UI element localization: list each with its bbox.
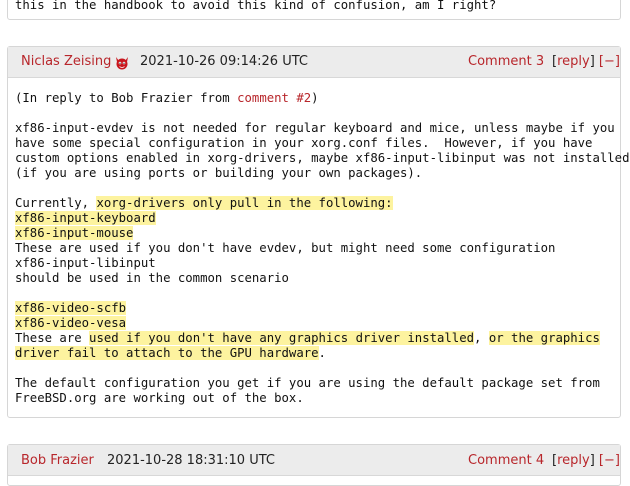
- currently-label: Currently,: [15, 196, 97, 210]
- highlight-used: used if you don't have any graphics driv…: [89, 331, 475, 345]
- comment-4-header: Bob Frazier 2021-10-28 18:31:10 UTC Comm…: [8, 445, 620, 476]
- common-line: should be used in the common scenario: [15, 271, 289, 285]
- comment-date: 2021-10-28 18:31:10 UTC: [107, 453, 275, 468]
- comment-author[interactable]: Bob Frazier: [21, 446, 94, 476]
- comment-2-text: this in the handbook to avoid this kind …: [15, 0, 497, 12]
- paragraph-default: The default configuration you get if you…: [15, 376, 600, 405]
- reply-intro: (In reply to Bob Frazier from: [15, 91, 238, 105]
- libinput-line: xf86-input-libinput: [15, 256, 156, 270]
- reply-link[interactable]: reply: [557, 54, 590, 69]
- highlight-fail: driver fail to attach to the GPU hardwar…: [15, 346, 319, 360]
- comment-number-link[interactable]: Comment 4: [468, 446, 544, 476]
- collapse-toggle[interactable]: [−]: [599, 453, 620, 468]
- highlight-scfb: xf86-video-scfb: [15, 301, 127, 315]
- reply-link[interactable]: reply: [557, 453, 590, 468]
- comment-author[interactable]: Niclas Zeising: [21, 47, 111, 77]
- comment-actions: [reply] [−]: [552, 453, 620, 468]
- comment-4-box: Bob Frazier 2021-10-28 18:31:10 UTC Comm…: [7, 444, 621, 486]
- comment-reference-link[interactable]: comment #2: [237, 91, 311, 105]
- freebsd-daemon-icon: [116, 57, 128, 70]
- these-are-label: These are: [15, 331, 90, 345]
- comma: ,: [474, 331, 489, 345]
- comment-date: 2021-10-26 09:14:26 UTC: [140, 54, 308, 69]
- comment-3-text: (In reply to Bob Frazier from comment #2…: [15, 91, 629, 406]
- paragraph-evdev: xf86-input-evdev is not needed for regul…: [15, 121, 630, 180]
- comment-3-box: Niclas Zeising 2021-10-26 09:14:26 UTC C…: [7, 46, 629, 418]
- period: .: [318, 346, 326, 360]
- comment-number-link[interactable]: Comment 3: [468, 47, 544, 77]
- reply-intro-end: ): [311, 91, 319, 105]
- highlight-or: or the graphics: [488, 331, 600, 345]
- collapse-toggle[interactable]: [−]: [599, 54, 620, 69]
- highlight-keyboard: xf86-input-keyboard: [15, 211, 156, 225]
- evdev-line: These are used if you don't have evdev, …: [15, 241, 556, 255]
- highlight-vesa: xf86-video-vesa: [15, 316, 127, 330]
- comment-2-box: this in the handbook to avoid this kind …: [7, 0, 621, 20]
- comment-3-header: Niclas Zeising 2021-10-26 09:14:26 UTC C…: [8, 47, 620, 78]
- comment-actions: [reply] [−]: [552, 54, 620, 69]
- highlight-pull: xorg-drivers only pull in the following:: [96, 196, 393, 210]
- highlight-mouse: xf86-input-mouse: [15, 226, 134, 240]
